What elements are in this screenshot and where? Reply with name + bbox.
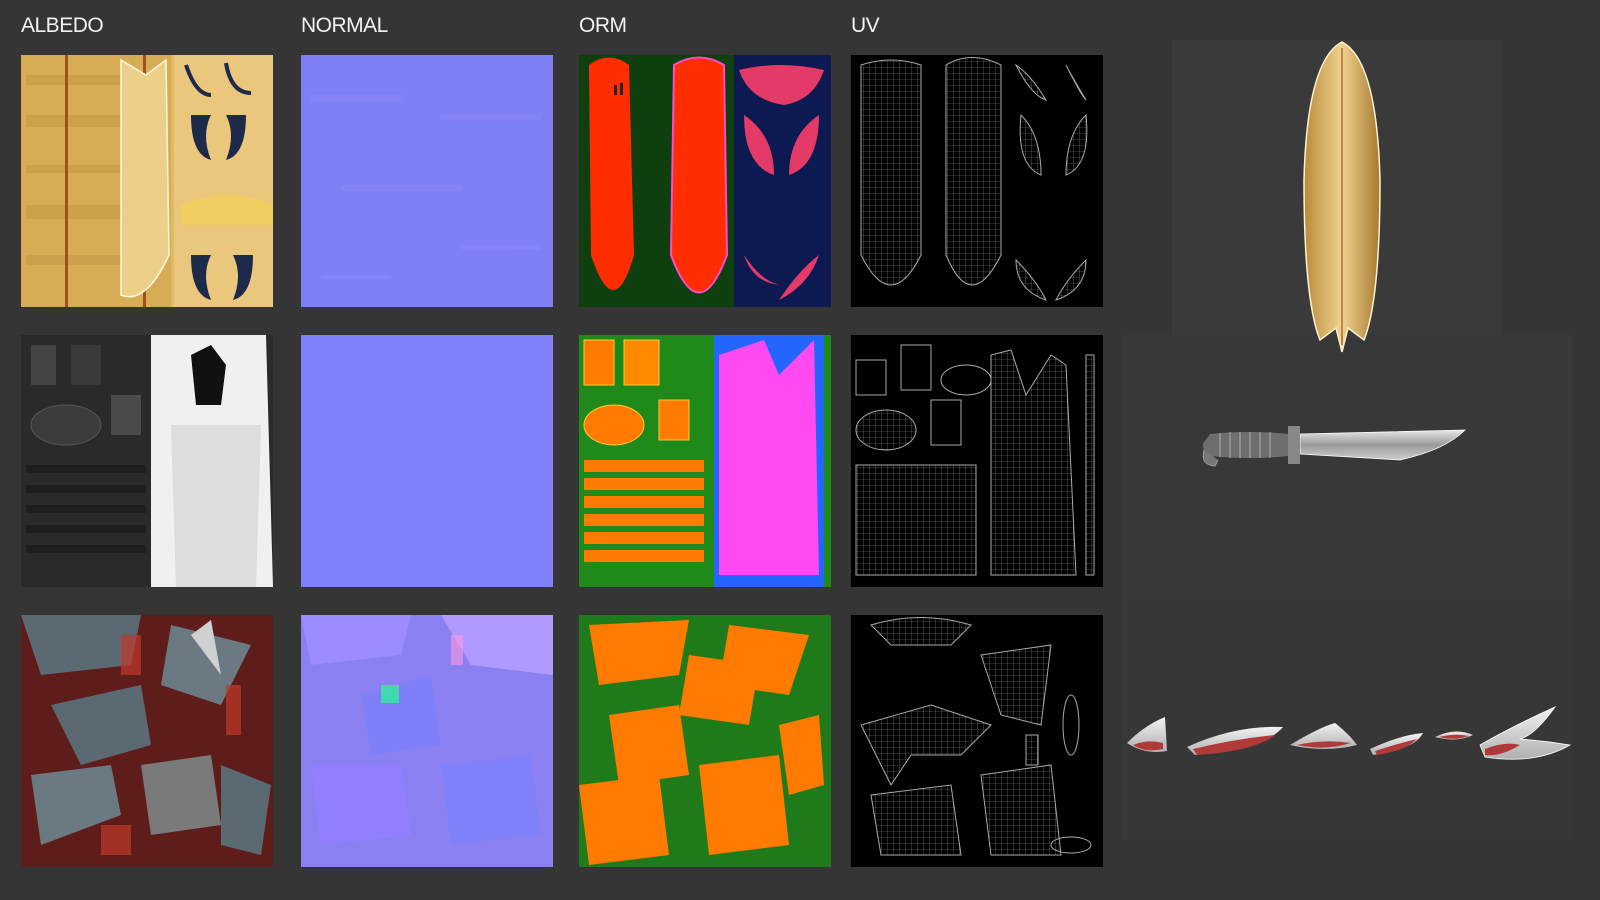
- shell-pieces-normal-map: [301, 615, 553, 867]
- header-normal: NORMAL: [301, 14, 388, 37]
- knife-uv-layout: [851, 335, 1103, 587]
- knife-normal-map: [301, 335, 553, 587]
- shell-pieces-albedo-texture: [21, 615, 273, 867]
- shell-pieces-orm-map: [579, 615, 831, 867]
- knife-albedo-texture: [21, 335, 273, 587]
- knife-orm-map: [579, 335, 831, 587]
- surfboard-render: [1302, 40, 1382, 360]
- surfboard-normal-map: [301, 55, 553, 307]
- header-uv: UV: [851, 14, 880, 37]
- surfboard-uv-layout: [851, 55, 1103, 307]
- shell-pieces-render: [1125, 705, 1575, 780]
- header-orm: ORM: [579, 14, 627, 37]
- shell-pieces-uv-layout: [851, 615, 1103, 867]
- surfboard-orm-map: [579, 55, 831, 307]
- knife-render: [1200, 420, 1470, 470]
- surfboard-albedo-texture: [21, 55, 273, 307]
- header-albedo: ALBEDO: [21, 14, 104, 37]
